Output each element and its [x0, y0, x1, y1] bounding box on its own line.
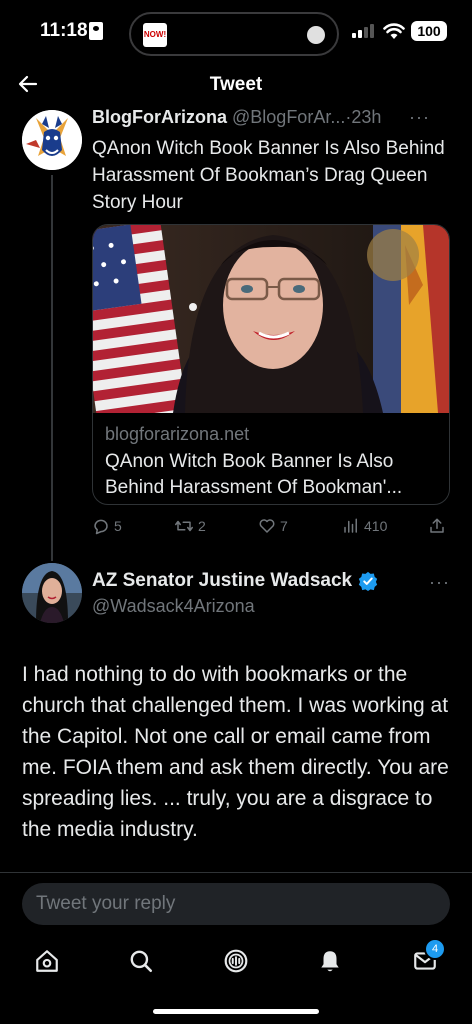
- thread-connector: [51, 175, 53, 561]
- tweet-header: Tweet: [0, 62, 472, 106]
- status-time: 11:18: [40, 20, 88, 41]
- share-button[interactable]: [428, 514, 446, 538]
- nav-search[interactable]: [126, 946, 156, 976]
- retweet-count: 2: [198, 518, 206, 534]
- home-icon: [36, 950, 58, 972]
- tweet2-header: AZ Senator Justine Wadsack: [92, 570, 378, 592]
- nav-home[interactable]: [32, 946, 62, 976]
- search-icon: [130, 950, 153, 973]
- tweet1-header: BlogForArizona @BlogForAr...·23h ···: [92, 107, 452, 128]
- link-card-domain: blogforarizona.net: [105, 424, 250, 444]
- nav-notifications[interactable]: [315, 946, 345, 976]
- reply-icon: [94, 519, 108, 535]
- reply-bar: [0, 872, 472, 936]
- nav-messages[interactable]: 4: [410, 938, 446, 976]
- reply-input[interactable]: [22, 883, 450, 925]
- share-icon: [430, 518, 444, 533]
- profile-photo: [22, 563, 82, 623]
- wadsack-avatar[interactable]: [22, 563, 82, 623]
- cellular-signal-icon: [352, 24, 374, 38]
- tweet2-handle[interactable]: @Wadsack4Arizona: [92, 596, 255, 617]
- views-button[interactable]: 410: [342, 514, 387, 538]
- heart-icon: [259, 519, 275, 533]
- page-title: Tweet: [209, 74, 263, 95]
- status-bar: 11:18 NOW! 100: [0, 0, 472, 62]
- link-card-title: QAnon Witch Book Banner Is Also Behind H…: [105, 451, 403, 498]
- link-card[interactable]: blogforarizona.net QAnon Witch Book Bann…: [92, 224, 450, 505]
- tweet1-text: QAnon Witch Book Banner Is Also Behind H…: [92, 138, 445, 213]
- bottom-navigation: 4: [0, 936, 472, 986]
- verified-badge-icon: [358, 571, 378, 591]
- island-activity-icon: [307, 26, 325, 44]
- island-app-icon: NOW!: [143, 23, 167, 47]
- messages-badge: 4: [424, 938, 446, 960]
- tweet1-timestamp[interactable]: ·23h: [345, 107, 381, 127]
- tweet1-handle[interactable]: @BlogForAr...: [232, 107, 345, 127]
- tweet2-more-icon[interactable]: ···: [429, 572, 450, 593]
- view-count: 410: [364, 518, 388, 534]
- id-card-icon: [89, 22, 103, 40]
- reply-button[interactable]: 5: [92, 514, 122, 538]
- nav-spaces[interactable]: [221, 946, 251, 976]
- wifi-icon: [383, 23, 405, 39]
- reply-count: 5: [114, 518, 122, 534]
- like-count: 7: [280, 518, 288, 534]
- analytics-icon: [344, 518, 357, 533]
- tweet1-more-icon[interactable]: ···: [409, 107, 430, 128]
- retweet-icon: [175, 520, 193, 532]
- donkey-logo-icon: [22, 110, 82, 170]
- spaces-icon: [224, 949, 248, 973]
- tweet2-display-name[interactable]: AZ Senator Justine Wadsack: [92, 570, 352, 592]
- retweet-button[interactable]: 2: [174, 514, 206, 538]
- tweet1-display-name[interactable]: BlogForArizona: [92, 107, 227, 127]
- battery-indicator: 100: [411, 21, 447, 41]
- dynamic-island[interactable]: NOW!: [129, 12, 339, 56]
- tweet2-text: I had nothing to do with bookmarks or th…: [22, 663, 449, 841]
- home-indicator[interactable]: [153, 1009, 319, 1014]
- like-button[interactable]: 7: [258, 514, 288, 538]
- tweet1-actions: 5 2 7 410: [92, 514, 450, 538]
- blogforarizona-avatar[interactable]: [22, 110, 82, 170]
- notifications-icon: [321, 951, 339, 972]
- link-card-image: [93, 225, 449, 413]
